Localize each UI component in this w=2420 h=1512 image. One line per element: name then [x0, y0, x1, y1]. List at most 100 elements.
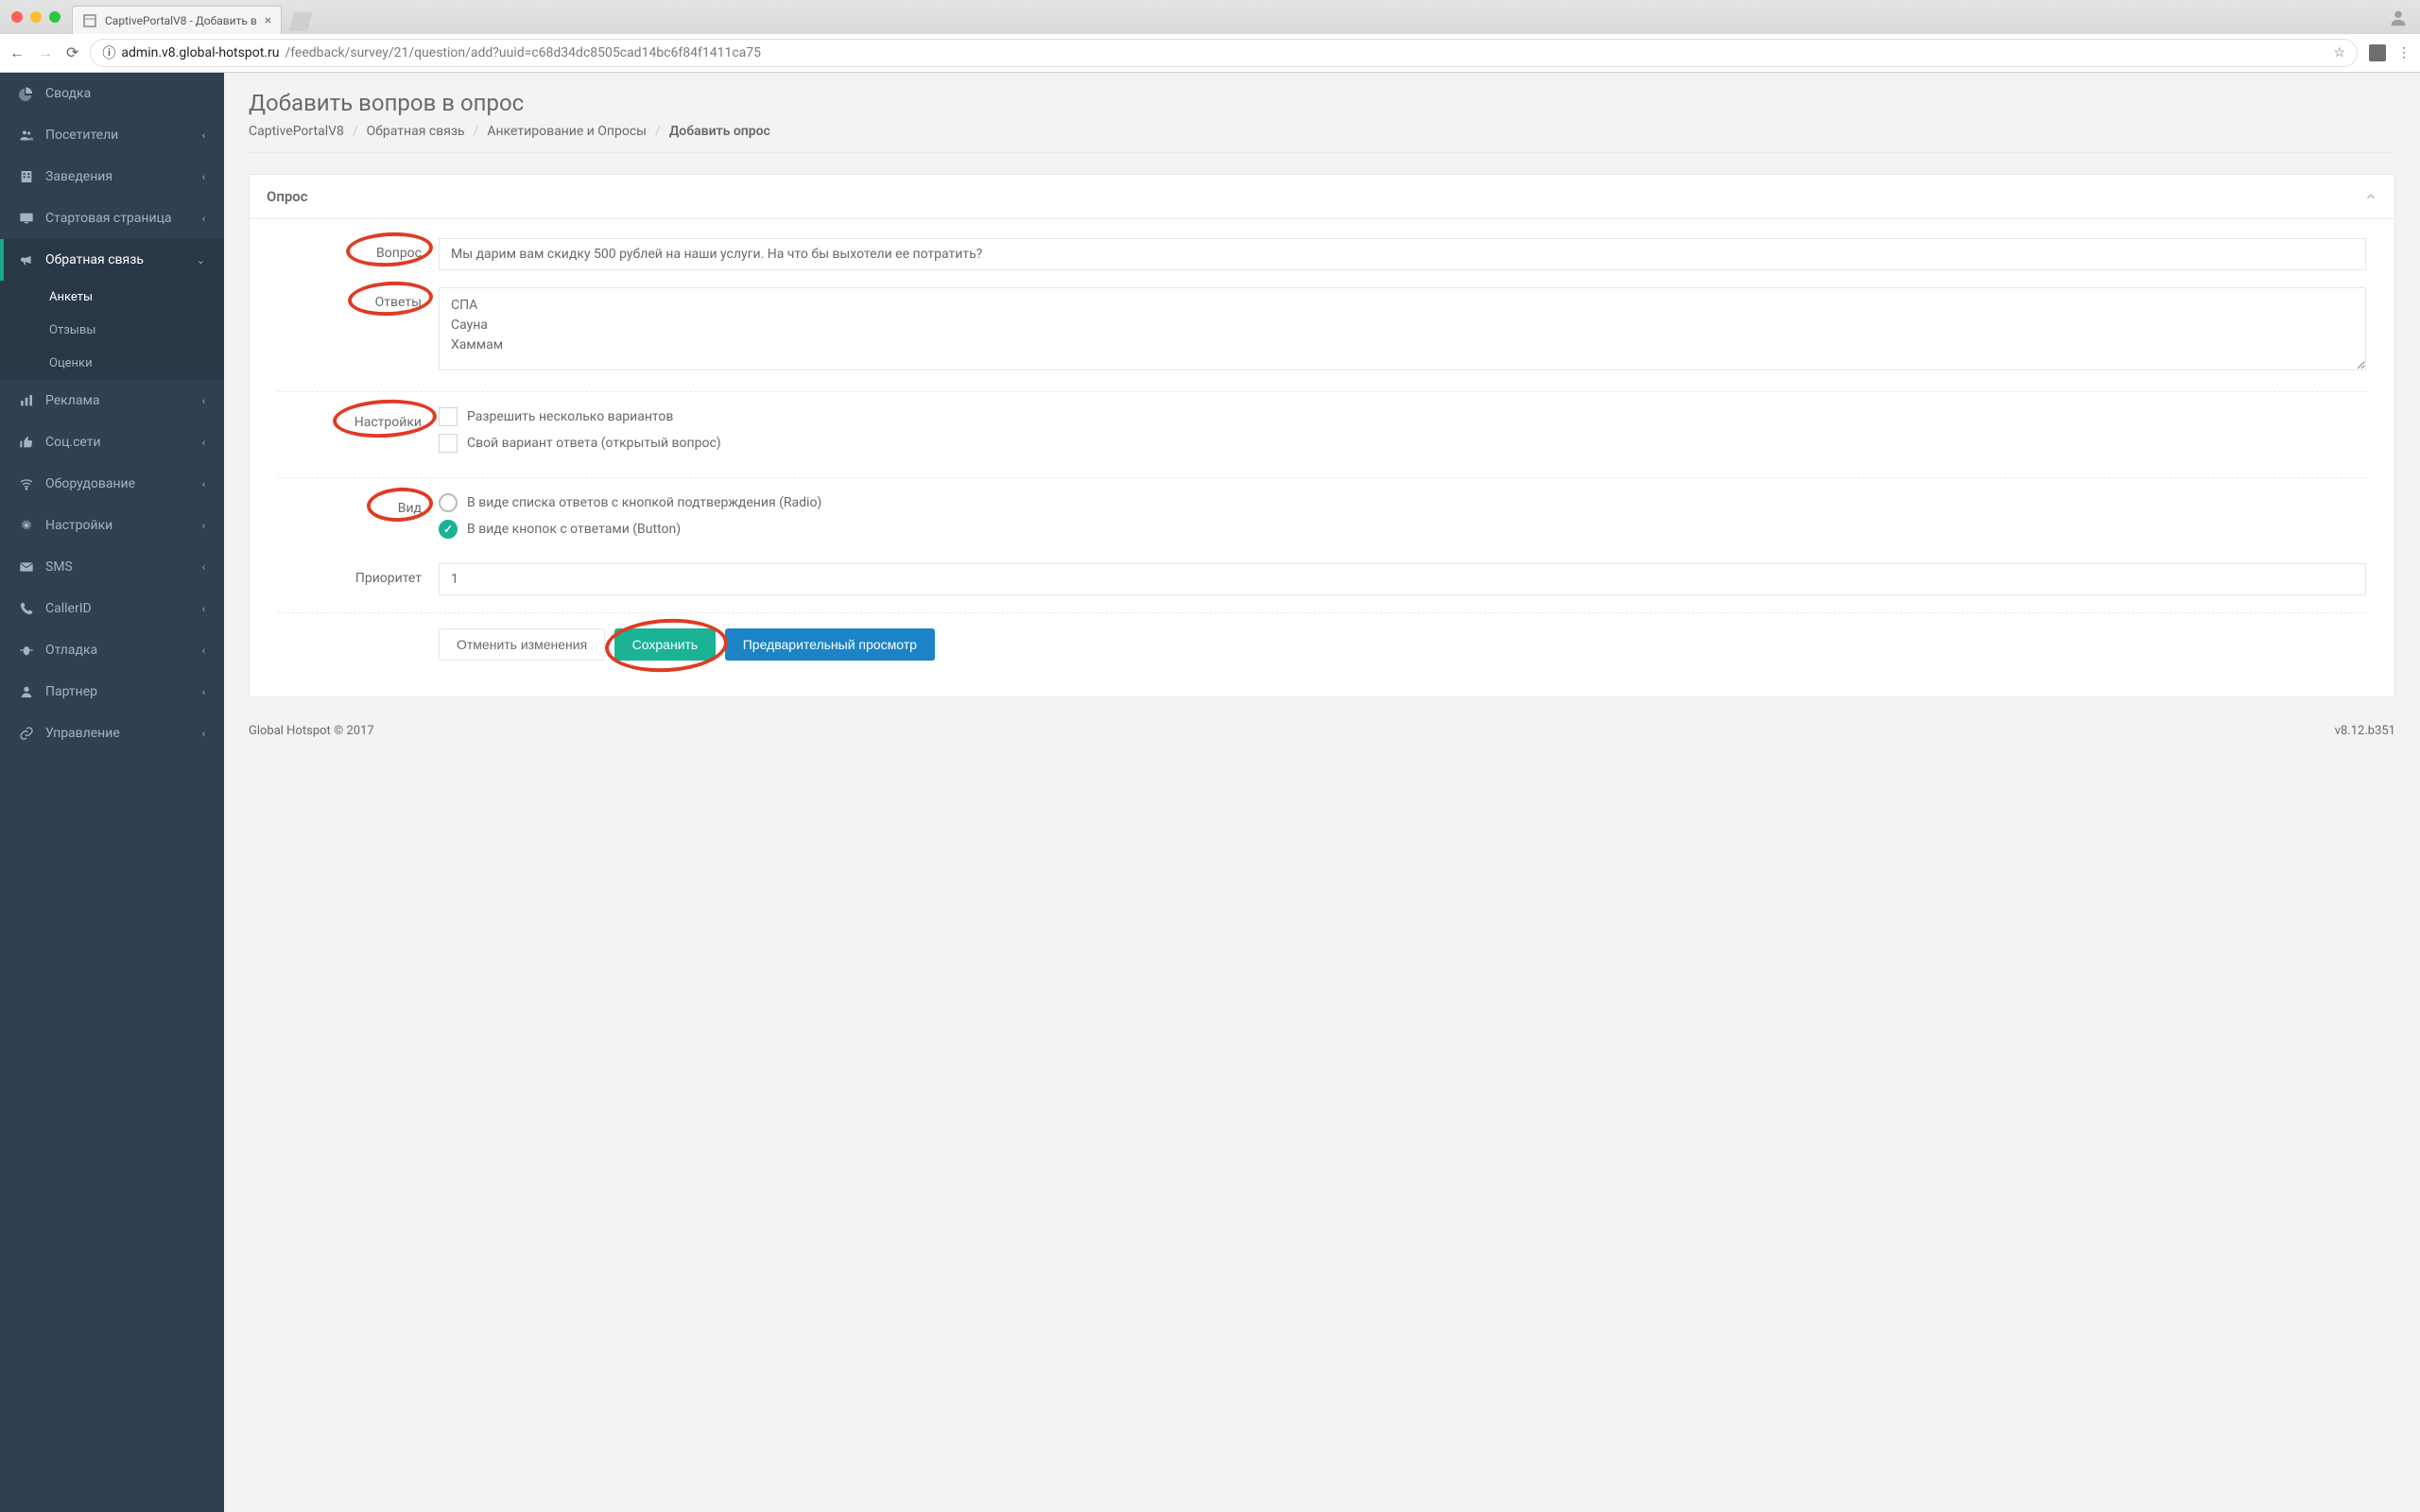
sidebar-item-10[interactable]: CallerID‹: [0, 588, 224, 629]
breadcrumb-item-3: Добавить опрос: [669, 124, 770, 139]
radio-label: В виде списка ответов с кнопкой подтверж…: [467, 495, 821, 510]
checkbox-label: Разрешить несколько вариантов: [467, 409, 673, 424]
row-question: Вопрос: [278, 238, 2366, 270]
breadcrumb-item-2[interactable]: Анкетирование и Опросы: [487, 124, 647, 139]
panel-title: Опрос: [267, 188, 308, 205]
sidebar-item-9[interactable]: SMS ‹: [0, 546, 224, 588]
radio[interactable]: [439, 493, 458, 512]
nav-reload-icon[interactable]: ⟳: [66, 43, 78, 62]
tab-favicon-icon: [82, 13, 97, 28]
setting-row-0: Разрешить несколько вариантов: [439, 407, 2366, 426]
sidebar-subitem-0[interactable]: Анкеты: [0, 281, 224, 314]
preview-button[interactable]: Предварительный просмотр: [725, 628, 935, 661]
question-input[interactable]: [439, 238, 2366, 270]
setting-row-1: Свой вариант ответа (открытый вопрос): [439, 434, 2366, 453]
sidebar-subitem-1[interactable]: Отзывы: [0, 314, 224, 347]
sidebar-item-label: Соц.сети: [45, 435, 101, 450]
browser-menu-icon[interactable]: ⋮: [2397, 45, 2411, 60]
sidebar-item-label: Отладка: [45, 643, 97, 658]
pie-icon: [19, 86, 36, 101]
breadcrumb-item-0[interactable]: CaptivePortalV8: [249, 124, 344, 139]
bookmark-star-icon[interactable]: ☆: [2333, 45, 2345, 60]
breadcrumb-item-1[interactable]: Обратная связь: [367, 124, 465, 139]
users-icon: [19, 128, 36, 143]
row-answers: Ответы: [278, 287, 2366, 374]
sidebar-item-12[interactable]: Партнер‹: [0, 671, 224, 713]
divider: [278, 391, 2366, 392]
chevron-left-icon: ‹: [202, 728, 205, 740]
sidebar-subitem-2[interactable]: Оценки: [0, 347, 224, 380]
browser-tab-bar: CaptivePortalV8 - Добавить в ×: [0, 0, 2420, 34]
window-maximize-icon[interactable]: [49, 11, 60, 23]
footer: Global Hotspot © 2017 v8.12.b351: [249, 724, 2395, 738]
url-field[interactable]: ⓘ admin.v8.global-hotspot.ru/feedback/su…: [90, 39, 2358, 67]
page-header: Добавить вопров в опрос CaptivePortalV8 /…: [249, 73, 2395, 153]
cogs-icon: [19, 518, 36, 533]
sidebar-item-label: SMS: [45, 559, 73, 575]
sidebar-item-11[interactable]: Отладка‹: [0, 629, 224, 671]
checkbox[interactable]: [439, 434, 458, 453]
page-title: Добавить вопров в опрос: [249, 90, 2395, 116]
sidebar-item-2[interactable]: Заведения‹: [0, 156, 224, 198]
footer-version: v8.12.b351: [2335, 724, 2395, 738]
answers-textarea[interactable]: [439, 287, 2366, 370]
sidebar-submenu: АнкетыОтзывыОценки: [0, 281, 224, 380]
divider: [278, 477, 2366, 478]
nav-forward-icon: →: [38, 43, 53, 62]
breadcrumb-sep: /: [474, 124, 479, 139]
survey-panel: Опрос Вопрос Ответы: [249, 174, 2395, 697]
label-priority: Приоритет: [355, 571, 422, 586]
sidebar-item-5[interactable]: Реклама ‹: [0, 380, 224, 421]
window-controls: [8, 11, 72, 23]
sidebar-item-label: Посетители: [45, 128, 118, 143]
tab-close-icon[interactable]: ×: [265, 13, 271, 28]
priority-input[interactable]: [439, 563, 2366, 595]
browser-chrome: CaptivePortalV8 - Добавить в × ← → ⟳ ⓘ a…: [0, 0, 2420, 73]
panel-header: Опрос: [250, 175, 2394, 219]
main-content: Добавить вопров в опрос CaptivePortalV8 /…: [224, 73, 2420, 1512]
extension-icon[interactable]: [2369, 44, 2386, 61]
sidebar-item-4[interactable]: Обратная связь ⌄: [0, 239, 224, 281]
chevron-left-icon: ‹: [202, 520, 205, 532]
sidebar-item-6[interactable]: Соц.сети‹: [0, 421, 224, 463]
phone-icon: [19, 601, 36, 616]
sidebar-item-label: Настройки: [45, 518, 112, 533]
chevron-down-icon: ⌄: [197, 254, 205, 266]
sidebar-item-1[interactable]: Посетители ‹: [0, 114, 224, 156]
site-info-icon[interactable]: ⓘ: [102, 43, 115, 62]
sidebar: Сводка Посетители ‹ Заведения‹Стартовая стр…: [0, 73, 224, 1512]
bullhorn-icon: [19, 252, 36, 267]
breadcrumb-sep: /: [353, 124, 358, 139]
browser-tab[interactable]: CaptivePortalV8 - Добавить в ×: [72, 6, 282, 34]
footer-copyright: Global Hotspot © 2017: [249, 724, 374, 738]
sidebar-item-label: Реклама: [45, 393, 99, 408]
sidebar-item-label: Обратная связь: [45, 252, 144, 267]
checkbox[interactable]: [439, 407, 458, 426]
sidebar-item-0[interactable]: Сводка: [0, 73, 224, 114]
sidebar-item-3[interactable]: Стартовая страница‹: [0, 198, 224, 239]
cancel-button[interactable]: Отменить изменения: [439, 628, 605, 661]
panel-collapse-icon[interactable]: [2364, 190, 2377, 203]
sidebar-item-label: Партнер: [45, 684, 97, 699]
window-close-icon[interactable]: [11, 11, 23, 23]
desktop-icon: [19, 211, 36, 226]
chevron-left-icon: ‹: [202, 561, 205, 574]
save-button[interactable]: Сохранить: [614, 628, 717, 661]
sidebar-item-8[interactable]: Настройки ‹: [0, 505, 224, 546]
bug-icon: [19, 643, 36, 658]
envelope-icon: [19, 559, 36, 575]
radio[interactable]: [439, 520, 458, 539]
view-row-1: В виде кнопок с ответами (Button): [439, 520, 2366, 539]
browser-profile-icon[interactable]: [2388, 8, 2409, 28]
breadcrumb-sep: /: [655, 124, 661, 139]
sidebar-item-13[interactable]: Управление‹: [0, 713, 224, 754]
nav-back-icon[interactable]: ←: [9, 43, 25, 62]
tab-title: CaptivePortalV8 - Добавить в: [105, 14, 257, 27]
chevron-left-icon: ‹: [202, 395, 205, 407]
window-minimize-icon[interactable]: [30, 11, 42, 23]
sidebar-item-7[interactable]: Оборудование‹: [0, 463, 224, 505]
chevron-left-icon: ‹: [202, 603, 205, 615]
new-tab-button[interactable]: [289, 12, 312, 31]
browser-address-bar: ← → ⟳ ⓘ admin.v8.global-hotspot.ru/feedb…: [0, 34, 2420, 72]
chevron-left-icon: ‹: [202, 129, 205, 142]
